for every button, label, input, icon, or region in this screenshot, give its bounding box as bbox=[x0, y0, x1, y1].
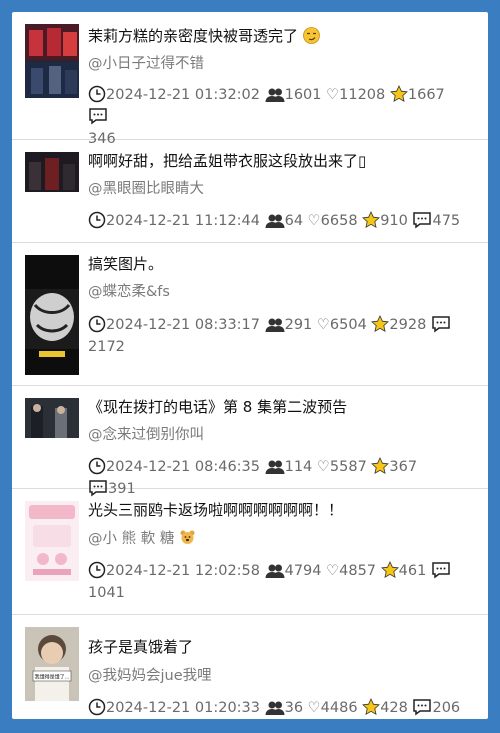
post-time: 2024-12-21 01:32:02 bbox=[106, 87, 260, 103]
post-meta: 2024-12-21 08:33:17 291 ♡6504 2928 2172 bbox=[88, 314, 466, 358]
comments-count: 206 bbox=[432, 700, 461, 716]
users-icon bbox=[265, 88, 285, 102]
post-meta: 2024-12-21 12:02:58 4794 ♡4857 461 1041 bbox=[88, 560, 466, 604]
post-author[interactable]: @念来过倒别你叫 bbox=[88, 426, 476, 444]
views-count: 64 bbox=[284, 213, 304, 229]
post-author[interactable]: @小日子过得不错 bbox=[88, 55, 476, 73]
post-title[interactable]: 茉莉方糕的亲密度快被哥透完了 bbox=[88, 27, 298, 45]
list-item[interactable]: 搞笑图片。 @蝶恋柔&fs 2024-12-21 08:33:17 291 ♡6… bbox=[12, 243, 488, 386]
clock-icon bbox=[88, 698, 106, 716]
comment-icon bbox=[413, 699, 432, 716]
post-time: 2024-12-21 11:12:44 bbox=[106, 213, 260, 229]
list-item[interactable]: 茉莉方糕的亲密度快被哥透完了 @小日子过得不错 2024-12-21 01:32… bbox=[12, 12, 488, 147]
comment-icon bbox=[432, 316, 450, 333]
smirk-emoji-icon bbox=[302, 27, 320, 44]
favorites-count: 910 bbox=[380, 213, 408, 229]
post-time: 2024-12-21 12:02:58 bbox=[106, 563, 260, 579]
views-count: 1601 bbox=[284, 87, 322, 103]
post-title[interactable]: 孩子是真饿着了 bbox=[88, 638, 476, 656]
clock-icon bbox=[88, 561, 106, 579]
list-item[interactable]: 啊啊好甜，把给孟姐带衣服这段放出来了▯ @黑眼圈比眼睛大 2024-12-21 … bbox=[12, 140, 488, 243]
post-author[interactable]: @小 熊 軟 糖 bbox=[88, 531, 174, 547]
post-author[interactable]: @黑眼圈比眼睛大 bbox=[88, 180, 476, 198]
post-title[interactable]: 啊啊好甜，把给孟姐带衣服这段放出来了 bbox=[88, 152, 358, 170]
favorites-count: 428 bbox=[380, 700, 408, 716]
star-icon bbox=[380, 561, 399, 578]
star-icon bbox=[371, 315, 390, 332]
users-icon bbox=[265, 214, 285, 228]
post-thumbnail[interactable] bbox=[25, 152, 79, 192]
post-thumbnail[interactable]: 我饿得是饿了... bbox=[25, 627, 79, 701]
post-time: 2024-12-21 08:33:17 bbox=[106, 317, 260, 333]
likes-count[interactable]: ♡4857 bbox=[326, 563, 376, 579]
users-icon bbox=[265, 460, 285, 474]
comment-icon bbox=[413, 212, 432, 229]
post-thumbnail[interactable] bbox=[25, 398, 79, 438]
thumbnail-caption: 我饿得是饿了... bbox=[35, 674, 70, 681]
list-item[interactable]: 光头三丽鸥卡返场啦啊啊啊啊啊啊！！ @小 熊 軟 糖 2024-12-21 12… bbox=[12, 489, 488, 615]
post-list: 茉莉方糕的亲密度快被哥透完了 @小日子过得不错 2024-12-21 01:32… bbox=[12, 12, 488, 719]
list-item[interactable]: 《现在拨打的电话》第 8 集第二波预告 @念来过倒别你叫 2024-12-21 … bbox=[12, 386, 488, 497]
comments-count: 475 bbox=[432, 213, 461, 229]
missing-glyph: ▯ bbox=[358, 152, 367, 170]
clock-icon bbox=[88, 211, 106, 229]
clock-icon bbox=[88, 315, 106, 333]
likes-count[interactable]: ♡11208 bbox=[326, 87, 385, 103]
views-count: 36 bbox=[284, 700, 304, 716]
post-time: 2024-12-21 01:20:33 bbox=[106, 700, 260, 716]
clock-icon bbox=[88, 85, 106, 103]
likes-count[interactable]: ♡5587 bbox=[317, 459, 367, 475]
comment-icon bbox=[432, 562, 450, 579]
comments-count: 2172 bbox=[88, 339, 125, 355]
star-icon bbox=[371, 457, 390, 474]
post-thumbnail[interactable] bbox=[25, 255, 79, 375]
post-thumbnail[interactable] bbox=[25, 24, 79, 98]
post-author[interactable]: @我妈妈会jue我哩 bbox=[88, 667, 476, 685]
post-thumbnail[interactable] bbox=[25, 501, 79, 581]
post-time: 2024-12-21 08:46:35 bbox=[106, 459, 260, 475]
users-icon bbox=[265, 318, 285, 332]
post-title[interactable]: 搞笑图片。 bbox=[88, 255, 476, 273]
favorites-count: 367 bbox=[389, 459, 418, 475]
list-item[interactable]: 我饿得是饿了... 孩子是真饿着了 @我妈妈会jue我哩 2024-12-21 … bbox=[12, 615, 488, 719]
star-icon bbox=[362, 211, 381, 228]
post-meta: 2024-12-21 11:12:44 64 ♡6658 910 475 bbox=[88, 210, 466, 232]
favorites-count: 2928 bbox=[389, 317, 427, 333]
likes-count[interactable]: ♡4486 bbox=[308, 700, 358, 716]
views-count: 114 bbox=[284, 459, 313, 475]
post-meta: 2024-12-21 01:20:33 36 ♡4486 428 206 bbox=[88, 697, 466, 719]
star-icon bbox=[389, 85, 408, 102]
views-count: 4794 bbox=[284, 563, 322, 579]
favorites-count: 461 bbox=[398, 563, 427, 579]
comments-count: 1041 bbox=[88, 585, 125, 601]
comment-icon bbox=[89, 108, 107, 125]
favorites-count: 1667 bbox=[407, 87, 445, 103]
users-icon bbox=[265, 564, 285, 578]
bear-emoji-icon bbox=[180, 530, 195, 544]
post-author[interactable]: @蝶恋柔&fs bbox=[88, 283, 476, 301]
likes-count[interactable]: ♡6504 bbox=[317, 317, 367, 333]
post-title[interactable]: 《现在拨打的电话》第 8 集第二波预告 bbox=[88, 398, 476, 416]
users-icon bbox=[265, 701, 285, 715]
clock-icon bbox=[88, 457, 106, 475]
views-count: 291 bbox=[284, 317, 313, 333]
post-title[interactable]: 光头三丽鸥卡返场啦啊啊啊啊啊啊！！ bbox=[88, 501, 476, 519]
star-icon bbox=[362, 698, 381, 715]
likes-count[interactable]: ♡6658 bbox=[308, 213, 358, 229]
